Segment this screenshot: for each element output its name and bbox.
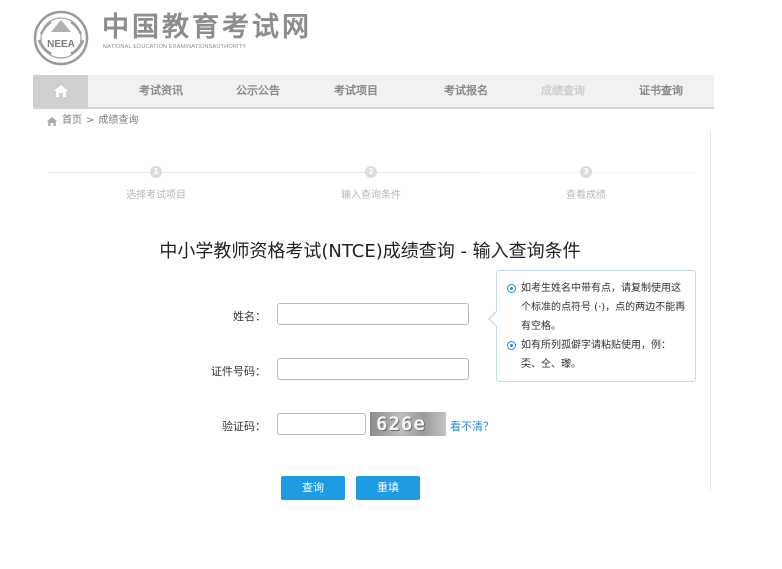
input-tip-box: 如考生姓名中带有点，请复制使用这个标准的点符号 (·)，点的两边不能再有空格。 … <box>496 270 696 382</box>
breadcrumb-home-link[interactable]: 首页 <box>62 114 82 128</box>
captcha-image[interactable]: 626e <box>370 412 446 436</box>
step-2-number: 2 <box>365 166 377 178</box>
page-title: 中小学教师资格考试(NTCE)成绩查询 - 输入查询条件 <box>159 241 581 262</box>
name-label: 姓名： <box>233 310 266 323</box>
captcha-refresh-link[interactable]: 看不清？ <box>450 418 494 434</box>
step-3-number: 3 <box>580 166 592 178</box>
tip-item: 如有所列孤僻字请粘贴使用，例：奀、仝、瓈。 <box>507 336 689 374</box>
breadcrumb: 首页 > 成绩查询 <box>46 114 138 128</box>
site-name-en: NATIONAL EDUCATION EXAMINATIONSAUTHORITY <box>103 44 247 50</box>
neea-emblem-icon: NEEA <box>33 10 89 66</box>
radio-bullet-icon <box>507 341 516 350</box>
home-icon <box>46 116 58 126</box>
step-1-label: 选择考试项目 <box>126 190 186 201</box>
nav-item-exam-news[interactable]: 考试资讯 <box>139 75 183 107</box>
id-number-input[interactable] <box>277 358 469 380</box>
captcha-input[interactable] <box>277 413 366 435</box>
step-2-label: 输入查询条件 <box>341 190 401 201</box>
id-number-label: 证件号码： <box>211 365 266 378</box>
radio-bullet-icon <box>507 284 516 293</box>
tip-arrow-inner <box>490 311 498 327</box>
site-name: 中国教育考试网 <box>102 12 312 43</box>
reset-button[interactable]: 重填 <box>356 476 420 500</box>
svg-text:NEEA: NEEA <box>47 39 75 50</box>
breadcrumb-separator: > <box>86 115 95 126</box>
nav-item-score-query[interactable]: 成绩查询 <box>541 75 585 107</box>
nav-item-exam-projects[interactable]: 考试项目 <box>334 75 378 107</box>
captcha-text: 626e <box>376 413 426 435</box>
breadcrumb-current: 成绩查询 <box>98 115 139 126</box>
nav-item-announcements[interactable]: 公示公告 <box>236 75 280 107</box>
nav-item-registration[interactable]: 考试报名 <box>444 75 488 107</box>
step-1-number: 1 <box>150 166 162 178</box>
captcha-label: 验证码： <box>222 420 266 433</box>
nav-item-certificate-query[interactable]: 证书查询 <box>639 75 683 107</box>
main-nav: 考试资讯 公示公告 考试项目 考试报名 成绩查询 证书查询 <box>33 75 714 109</box>
step-3-label: 查看成绩 <box>566 190 606 201</box>
nav-home-button[interactable] <box>33 75 88 107</box>
query-button[interactable]: 查询 <box>281 476 345 500</box>
step-progress-line <box>48 172 480 173</box>
name-input[interactable] <box>277 303 469 325</box>
tip-item: 如考生姓名中带有点，请复制使用这个标准的点符号 (·)，点的两边不能再有空格。 <box>507 279 689 336</box>
home-icon <box>53 85 68 97</box>
